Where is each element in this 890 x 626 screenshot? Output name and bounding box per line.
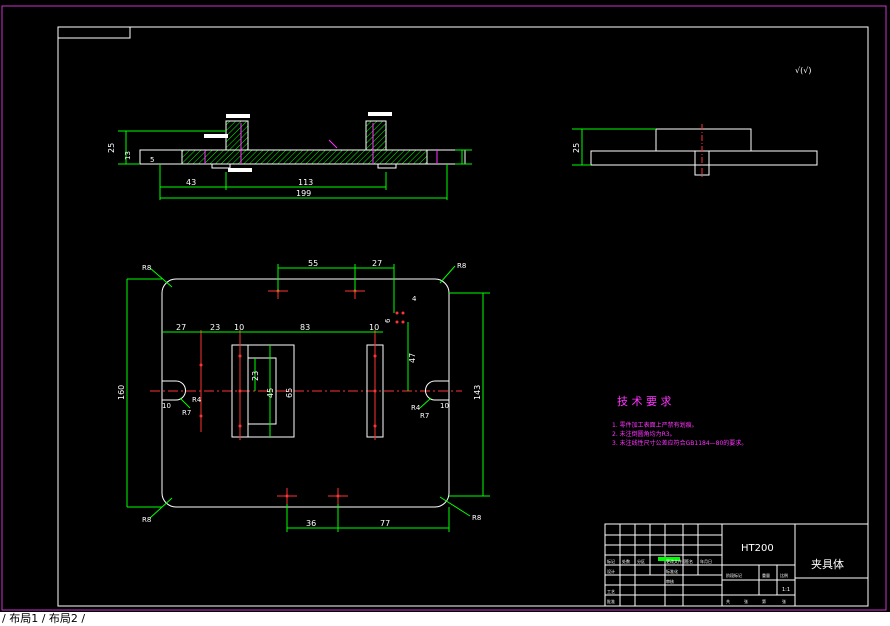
top-view — [126, 264, 490, 532]
row-label-1: 标准化 — [666, 568, 678, 574]
header-cell-5: 年月日 — [700, 558, 712, 564]
dim-front-43: 43 — [186, 178, 196, 187]
dim-top-27b: 27 — [176, 323, 186, 332]
dim-front-step: 5 — [150, 156, 154, 164]
dim-top-10a: 10 — [234, 323, 244, 332]
corner-code-box — [57, 26, 131, 39]
dim-front-height: 25 — [107, 143, 116, 153]
row-label-2: 审核 — [666, 578, 674, 584]
part-name: 夹具体 — [811, 557, 844, 571]
dim-top-143: 143 — [473, 385, 482, 400]
bottom-cell-3: 张 — [782, 598, 786, 604]
slot-width-left: 10 — [162, 402, 171, 410]
roughness-symbol: √(√) — [795, 66, 811, 75]
outer-frame — [1, 5, 887, 611]
radius-r8-bottom-right: R8 — [472, 514, 481, 522]
header-cell-1: 处数 — [622, 558, 630, 564]
header-cell-4: 签名 — [685, 558, 693, 564]
header-cell-3: 更改文件号 — [666, 558, 686, 564]
drawing-canvas[interactable]: √(√) 25 13 5 43 113 199 25 55 27 27 23 1… — [0, 0, 890, 626]
bottom-cell-2: 第 — [762, 598, 766, 604]
bottom-cell-0: 共 — [726, 598, 730, 604]
dim-top-36: 36 — [306, 519, 316, 528]
radius-r7-left: R7 — [182, 409, 191, 417]
stage-cell-2: 比例 — [780, 572, 788, 578]
radius-r8-bottom-left: R8 — [142, 516, 151, 524]
tech-requirement-2: 2. 未注倒圆角均为R3。 — [612, 430, 676, 438]
dim-top-55: 55 — [308, 259, 318, 268]
header-cell-2: 分区 — [637, 558, 645, 564]
stage-cell-0: 阶段标记 — [726, 572, 742, 578]
dim-top-10b: 10 — [369, 323, 379, 332]
radius-r4-left: R4 — [192, 396, 202, 404]
dim-front-199: 199 — [296, 189, 311, 198]
tech-requirement-1: 1. 零件加工表面上严禁有划痕。 — [612, 421, 698, 429]
tech-requirement-3: 3. 未注线性尺寸公差应符合GB1184—80的要求。 — [612, 439, 747, 447]
layout-tab-bar[interactable]: / 布局1 / 布局2 / — [0, 612, 890, 626]
row-label-3: 工艺 — [607, 589, 615, 594]
row-label-4: 批准 — [607, 598, 615, 604]
header-cell-0: 标记 — [607, 558, 615, 564]
dim-top-6: 6 — [384, 318, 392, 323]
radius-r8-top-left: R8 — [142, 264, 151, 272]
bottom-cell-1: 张 — [744, 598, 748, 604]
inner-frame — [57, 26, 869, 607]
dim-top-45: 45 — [266, 388, 275, 398]
side-view — [572, 124, 818, 178]
row-label-0: 设计 — [607, 568, 615, 574]
dim-top-4: 4 — [412, 295, 417, 303]
svg-text:√(√): √(√) — [795, 66, 811, 75]
stage-cell-1: 重量 — [762, 572, 770, 578]
scale: 1:1 — [782, 587, 790, 593]
front-view — [118, 112, 472, 200]
dim-top-27a: 27 — [372, 259, 382, 268]
radius-r7-right: R7 — [420, 412, 429, 420]
slot-width-right: 10 — [440, 402, 449, 410]
dim-top-23: 23 — [210, 323, 220, 332]
dim-side-height: 25 — [572, 143, 581, 153]
tech-requirements-title: 技 术 要 求 — [617, 395, 672, 408]
dim-top-77: 77 — [380, 519, 390, 528]
dim-front-small: 13 — [124, 151, 132, 160]
radius-r8-top-right: R8 — [457, 262, 466, 270]
dim-top-83: 83 — [300, 323, 310, 332]
radius-r4-right: R4 — [411, 404, 421, 412]
dim-top-23v: 23 — [251, 371, 260, 381]
material: HT200 — [741, 543, 774, 554]
dim-top-47: 47 — [408, 353, 417, 363]
layout-tabs[interactable]: / 布局1 / 布局2 / — [2, 612, 85, 625]
dim-top-160: 160 — [117, 385, 126, 400]
dim-top-65: 65 — [285, 388, 294, 398]
dim-front-113: 113 — [298, 178, 313, 187]
